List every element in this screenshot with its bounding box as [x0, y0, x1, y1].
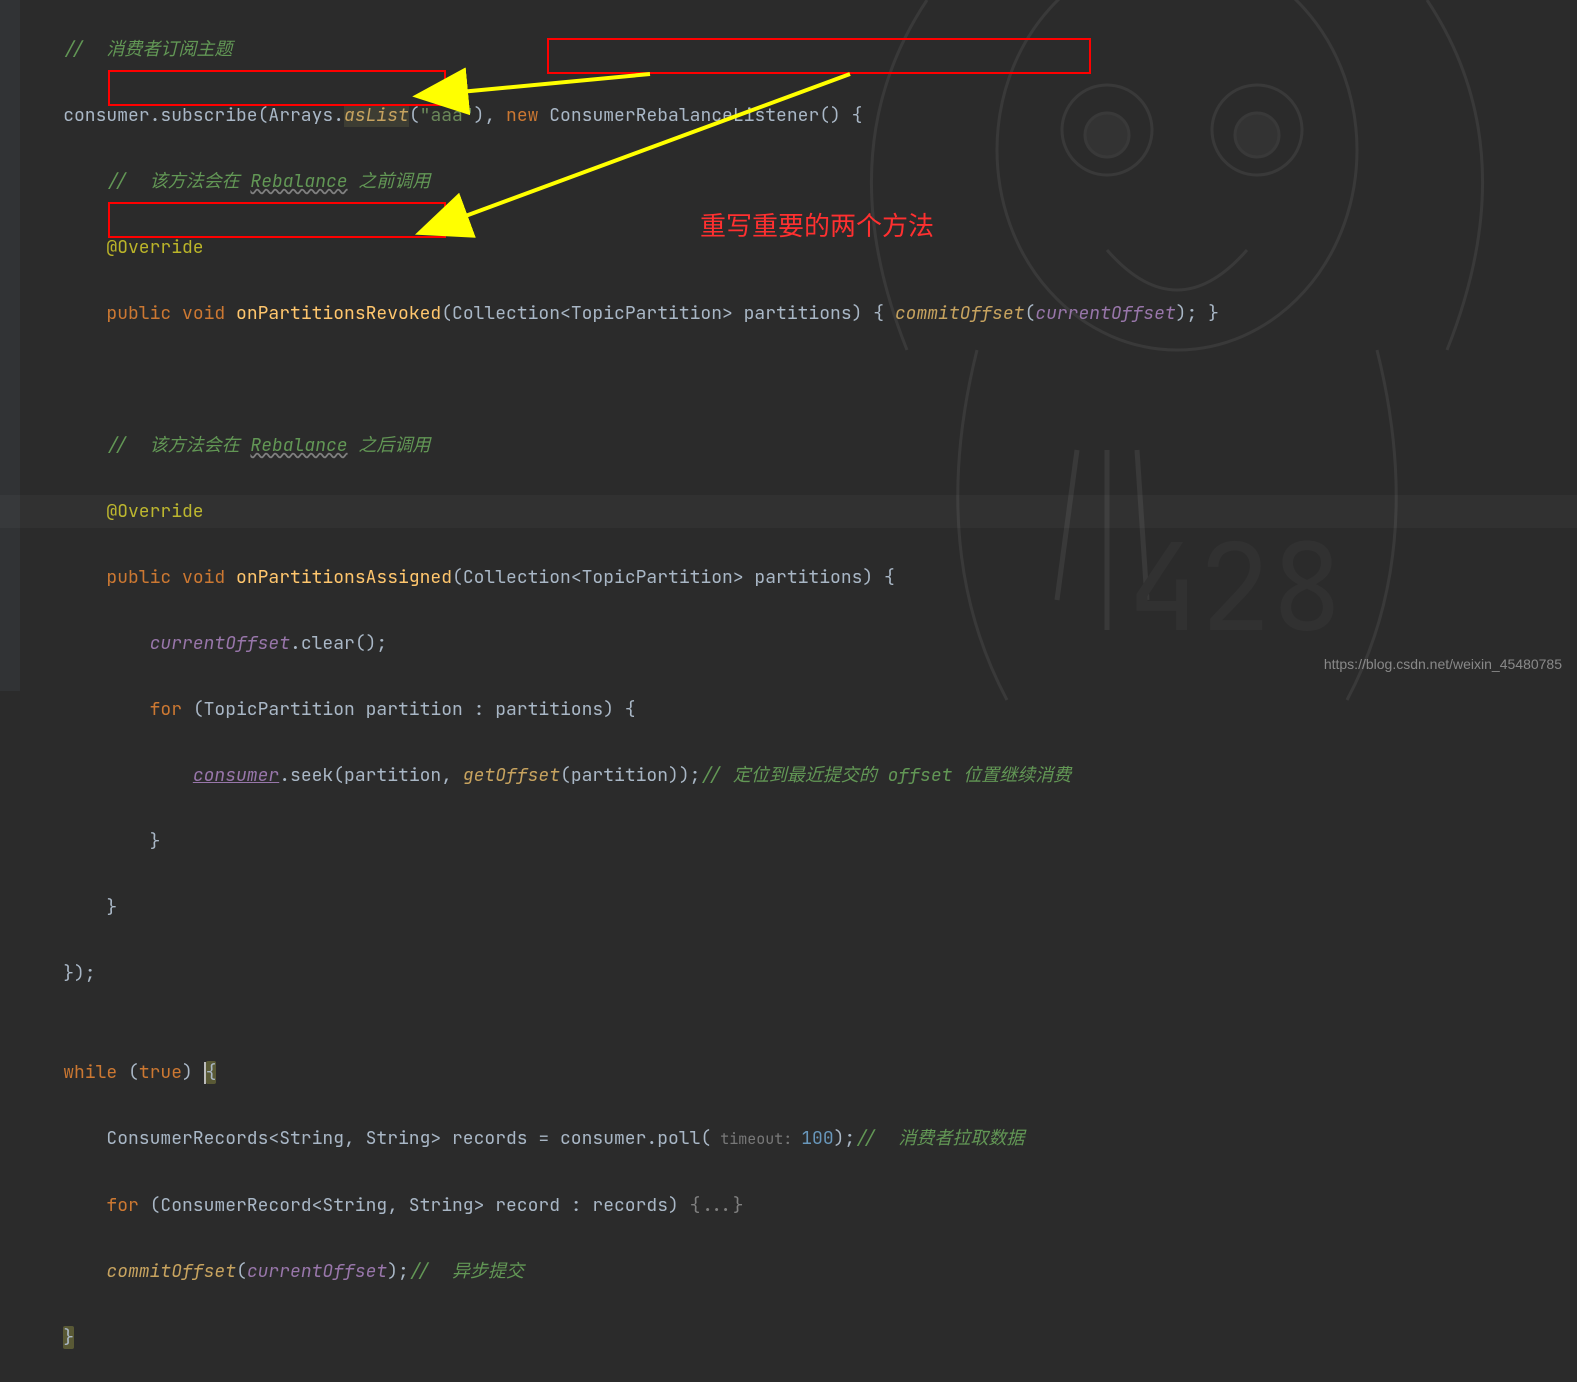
code-line[interactable]: for (TopicPartition partition : partitio… [20, 693, 1577, 726]
code-line[interactable]: consumer.seek(partition, getOffset(parti… [20, 759, 1577, 792]
code-line[interactable]: // 该方法会在 Rebalance 之后调用 [20, 429, 1577, 462]
code-line[interactable]: // 消费者订阅主题 [20, 33, 1577, 66]
code-line[interactable]: commitOffset(currentOffset);// 异步提交 [20, 1255, 1577, 1288]
code-line[interactable]: // 该方法会在 Rebalance 之前调用 [20, 165, 1577, 198]
code-line[interactable]: consumer.subscribe(Arrays.asList("aaa"),… [20, 99, 1577, 132]
current-line-highlight [0, 495, 1577, 528]
method-name: onPartitionsAssigned [236, 566, 452, 589]
annotation: @Override [106, 236, 203, 259]
code-line[interactable]: while (true) { [20, 1056, 1577, 1089]
code-line[interactable]: ConsumerRecords<String, String> records … [20, 1122, 1577, 1156]
code-line[interactable] [20, 363, 1577, 396]
comment-text: // 消费者订阅主题 [63, 38, 232, 61]
code-line[interactable]: } [20, 825, 1577, 858]
code-line[interactable]: public void onPartitionsRevoked(Collecti… [20, 297, 1577, 330]
code-editor[interactable]: // 消费者订阅主题 consumer.subscribe(Arrays.asL… [0, 0, 1577, 1382]
folded-block[interactable]: {...} [690, 1194, 744, 1217]
string-literal: "aaa" [420, 104, 474, 127]
code-line[interactable]: } [20, 1321, 1577, 1354]
code-line[interactable]: }); [20, 957, 1577, 990]
method-name: onPartitionsRevoked [236, 302, 441, 325]
code-line[interactable]: for (ConsumerRecord<String, String> reco… [20, 1189, 1577, 1222]
code-line[interactable]: public void onPartitionsAssigned(Collect… [20, 561, 1577, 594]
annotation-label: 重写重要的两个方法 [700, 210, 934, 243]
code-line[interactable]: } [20, 891, 1577, 924]
inline-hint: timeout: [711, 1129, 801, 1149]
static-method-call: asList [344, 104, 409, 127]
watermark-text: https://blog.csdn.net/weixin_45480785 [1324, 648, 1562, 681]
